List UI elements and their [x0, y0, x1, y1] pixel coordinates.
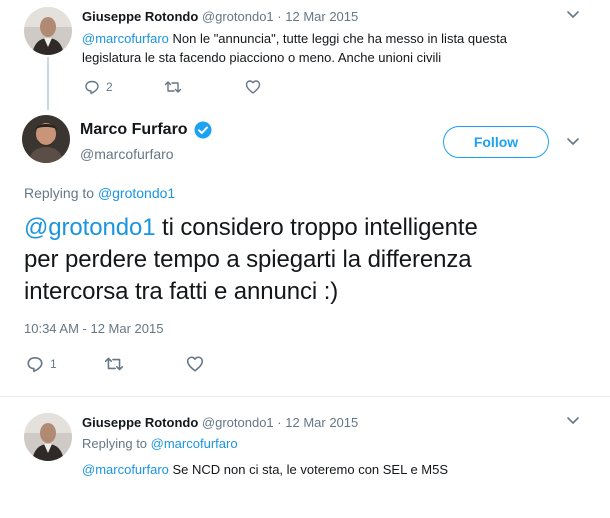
chevron-down-icon[interactable]: [566, 416, 580, 426]
avatar[interactable]: [22, 115, 70, 163]
chevron-down-icon[interactable]: [566, 137, 580, 147]
reply-button[interactable]: 2: [84, 79, 113, 95]
user-handle[interactable]: @grotondo1: [202, 415, 274, 430]
chevron-down-icon[interactable]: [566, 10, 580, 20]
mention-link[interactable]: @grotondo1: [24, 214, 156, 241]
tweet-timestamp[interactable]: 10:34 AM - 12 Mar 2015: [24, 321, 163, 336]
mention-link[interactable]: @marcofurfaro: [82, 31, 169, 46]
user-handle[interactable]: @grotondo1: [202, 9, 274, 24]
divider: [0, 396, 610, 397]
tweet-text: @grotondo1 ti considero troppo intellige…: [24, 212, 478, 308]
thread-line: [47, 57, 49, 110]
user-name[interactable]: Marco Furfaro: [80, 121, 188, 139]
separator: ·: [277, 9, 282, 24]
replying-handle-link[interactable]: @grotondo1: [98, 185, 175, 201]
separator: ·: [277, 415, 282, 430]
tweet-date[interactable]: 12 Mar 2015: [285, 415, 358, 430]
text-line: legislatura le sta facendo piacciono o m…: [82, 50, 442, 65]
text-line: intercorsa tra fatti e annunci :): [24, 278, 339, 305]
reply-icon: [85, 80, 99, 95]
reply-count: 2: [106, 80, 113, 94]
user-name[interactable]: Giuseppe Rotondo: [82, 9, 198, 24]
text-line: Non le "annuncia", tutte leggi che ha me…: [168, 31, 507, 46]
retweet-icon: [164, 81, 182, 93]
avatar[interactable]: [24, 7, 72, 55]
tweet-text: @marcofurfaro Se NCD non ci sta, le vote…: [82, 460, 448, 479]
author-name-row: Marco Furfaro: [80, 121, 212, 139]
user-handle[interactable]: @marcofurfaro: [80, 146, 174, 162]
text-line: ti considero troppo intelligente: [155, 214, 478, 241]
follow-button[interactable]: Follow: [443, 126, 549, 158]
retweet-icon: [104, 357, 124, 371]
tweet-header: Giuseppe Rotondo @grotondo1 · 12 Mar 201…: [82, 9, 358, 24]
heart-icon: [245, 80, 261, 94]
text-line: per perdere tempo a spiegarti la differe…: [24, 246, 472, 273]
replying-handle-link[interactable]: @marcofurfaro: [151, 436, 238, 451]
heart-icon: [186, 356, 204, 372]
text-line: Se NCD non ci sta, le voteremo con SEL e…: [168, 462, 449, 477]
tweet-date[interactable]: 12 Mar 2015: [285, 9, 358, 24]
user-name[interactable]: Giuseppe Rotondo: [82, 415, 198, 430]
reply-count: 1: [50, 357, 57, 371]
verified-badge-icon: [194, 121, 212, 139]
replying-prefix: Replying to: [82, 436, 151, 451]
replying-to: Replying to @marcofurfaro: [82, 436, 238, 451]
retweet-button[interactable]: [104, 355, 124, 373]
reply-icon: [27, 357, 43, 373]
avatar[interactable]: [24, 413, 72, 461]
retweet-button[interactable]: [164, 79, 182, 95]
replying-prefix: Replying to: [24, 185, 98, 201]
like-button[interactable]: [245, 79, 261, 95]
mention-link[interactable]: @marcofurfaro: [82, 462, 169, 477]
replying-to: Replying to @grotondo1: [24, 185, 175, 201]
tweet-text: @marcofurfaro Non le "annuncia", tutte l…: [82, 29, 507, 67]
reply-button[interactable]: 1: [26, 355, 57, 373]
like-button[interactable]: [186, 355, 204, 373]
tweet-header: Giuseppe Rotondo @grotondo1 · 12 Mar 201…: [82, 415, 358, 430]
